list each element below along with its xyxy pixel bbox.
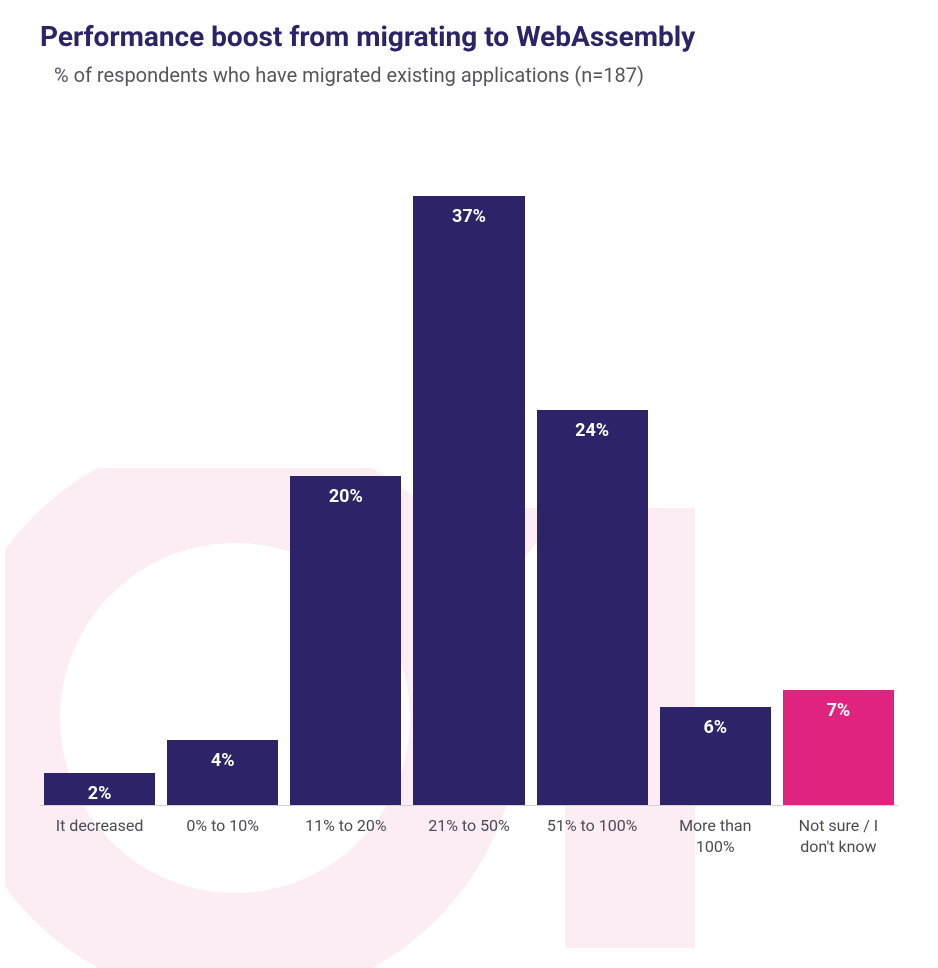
bar-not-sure: 7% xyxy=(783,690,894,805)
bar-51-to-100: 24% xyxy=(537,410,648,805)
bar-value-label: 7% xyxy=(827,700,851,721)
bar-value-label: 4% xyxy=(211,750,235,771)
x-label: 51% to 100% xyxy=(537,816,648,858)
bar-slot: 4% xyxy=(167,147,278,805)
bar-11-to-20: 20% xyxy=(290,476,401,805)
x-label: 21% to 50% xyxy=(413,816,524,858)
x-axis-labels: It decreased 0% to 10% 11% to 20% 21% to… xyxy=(40,806,898,858)
bar-slot: 7% xyxy=(783,147,894,805)
x-label: Not sure / I don't know xyxy=(783,816,894,858)
bar-it-decreased: 2% xyxy=(44,773,155,806)
chart-title: Performance boost from migrating to WebA… xyxy=(40,20,898,53)
chart-subtitle: % of respondents who have migrated exist… xyxy=(54,63,898,87)
x-label: It decreased xyxy=(44,816,155,858)
chart-area: 2% 4% 20% 37% 24% xyxy=(40,147,898,858)
bar-value-label: 2% xyxy=(88,783,112,804)
x-label: 11% to 20% xyxy=(290,816,401,858)
bar-slot: 6% xyxy=(660,147,771,805)
bar-slot: 20% xyxy=(290,147,401,805)
bar-value-label: 37% xyxy=(452,206,486,227)
bar-value-label: 6% xyxy=(703,717,727,738)
bars-container: 2% 4% 20% 37% 24% xyxy=(40,147,898,806)
bar-more-than-100: 6% xyxy=(660,707,771,806)
bar-value-label: 24% xyxy=(575,420,609,441)
bar-slot: 2% xyxy=(44,147,155,805)
bar-slot: 24% xyxy=(537,147,648,805)
x-label: More than 100% xyxy=(660,816,771,858)
bar-value-label: 20% xyxy=(329,486,363,507)
bar-0-to-10: 4% xyxy=(167,740,278,806)
bar-21-to-50: 37% xyxy=(413,196,524,805)
bar-slot: 37% xyxy=(413,147,524,805)
x-label: 0% to 10% xyxy=(167,816,278,858)
